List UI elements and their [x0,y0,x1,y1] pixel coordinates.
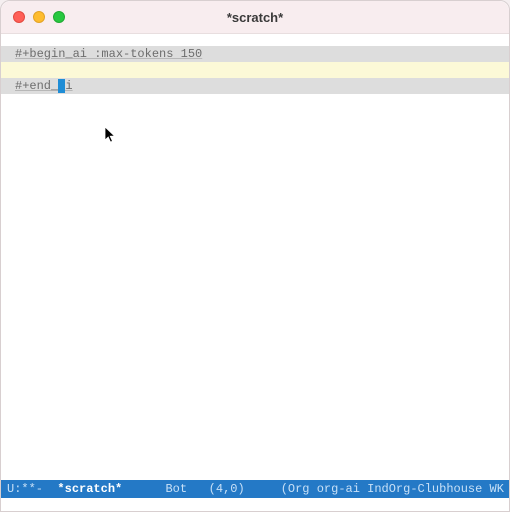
modeline-position: Bot [165,482,187,496]
ai-block-begin[interactable]: #+begin_ai :max-tokens 150 [1,46,509,62]
maximize-icon[interactable] [53,11,65,23]
modeline[interactable]: U:**- *scratch* Bot (4,0) (Org org-ai In… [1,480,509,498]
window-controls [1,11,65,23]
modeline-modes[interactable]: (Org org-ai IndOrg-Clubhouse WK [281,482,504,496]
ai-block-content[interactable] [1,62,509,78]
modeline-buffer[interactable]: *scratch* [57,482,122,496]
modeline-status: U:**- [7,482,43,496]
mouse-pointer-icon [104,126,118,144]
ai-block-end[interactable]: #+end_ai [1,78,509,94]
editor-area[interactable]: #+begin_ai :max-tokens 150 #+end_ai [1,34,509,480]
modeline-coords: (4,0) [209,482,245,496]
titlebar[interactable]: *scratch* [1,1,509,34]
editor-window: *scratch* #+begin_ai :max-tokens 150 #+e… [0,0,510,512]
text-cursor [58,79,65,93]
window-title: *scratch* [1,10,509,25]
minibuffer[interactable] [1,498,509,511]
minimize-icon[interactable] [33,11,45,23]
close-icon[interactable] [13,11,25,23]
